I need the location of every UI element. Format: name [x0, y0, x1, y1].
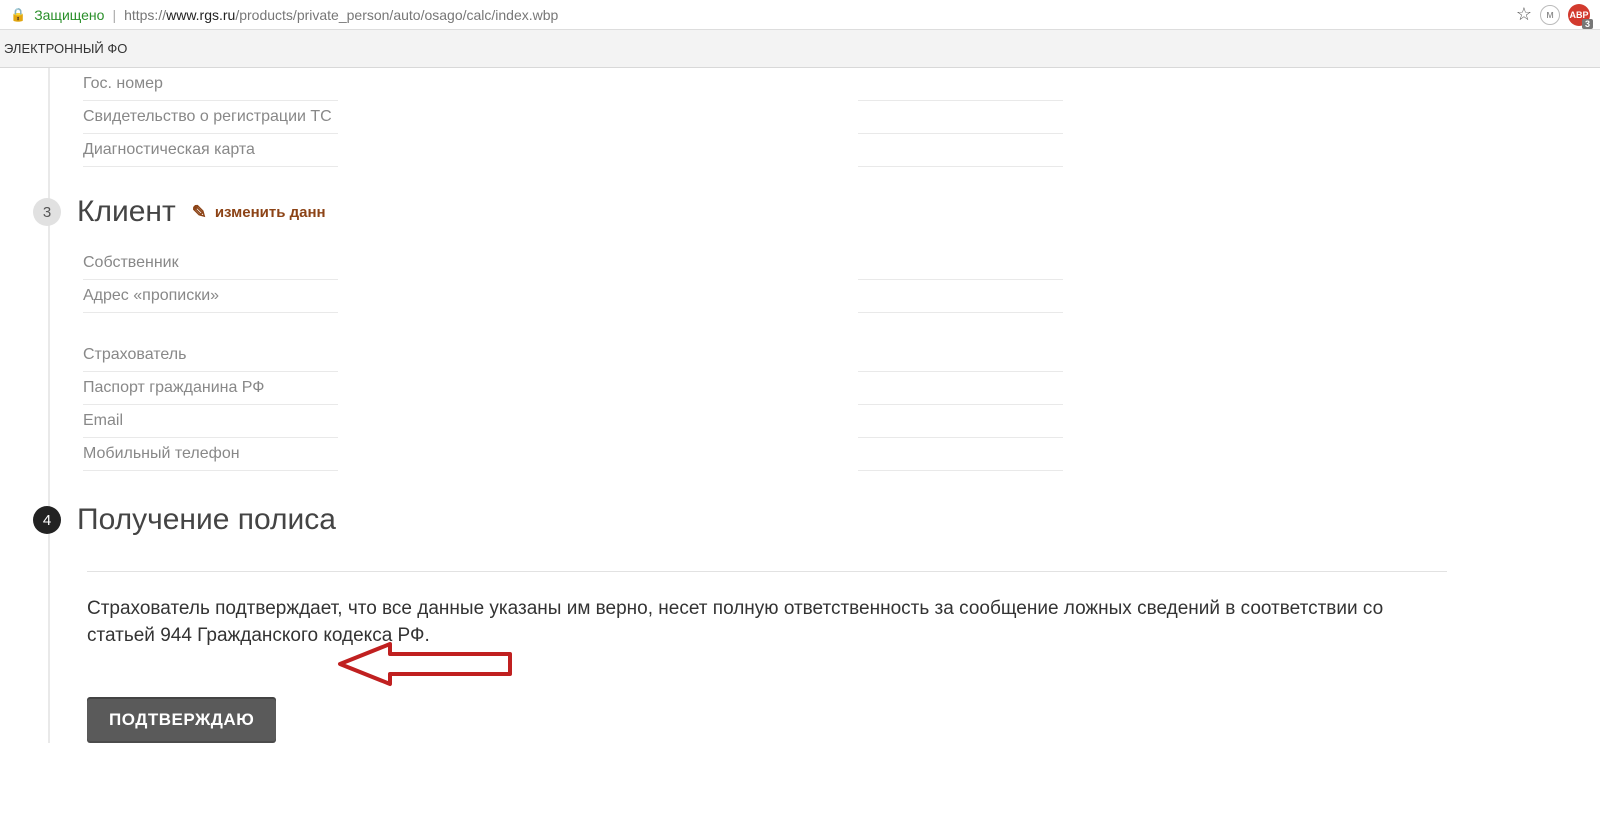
- lock-icon: 🔒: [10, 7, 26, 23]
- disclaimer-text: Страхователь подтверждает, что все данны…: [87, 596, 1387, 649]
- bookmark-item[interactable]: ЭЛЕКТРОННЫЙ ФО: [4, 41, 127, 56]
- white-overlay-block: [338, 68, 858, 523]
- section-4-title: Получение полиса: [77, 503, 336, 537]
- abp-extension-icon[interactable]: ABP3: [1568, 4, 1590, 26]
- confirm-button[interactable]: ПОДТВЕРЖДАЮ: [87, 697, 276, 743]
- bookmarks-bar: ЭЛЕКТРОННЫЙ ФО: [0, 30, 1600, 68]
- policy-area: Страхователь подтверждает, что все данны…: [33, 571, 1540, 743]
- url-host: www.rgs.ru: [166, 7, 235, 23]
- edit-label: изменить данн: [215, 204, 326, 221]
- bookmark-star-icon[interactable]: ☆: [1516, 4, 1532, 25]
- url-display[interactable]: https://www.rgs.ru/products/private_pers…: [124, 7, 558, 23]
- step-badge-4: 4: [33, 506, 61, 534]
- step-badge-3: 3: [33, 198, 61, 226]
- browser-address-bar: 🔒 Защищено | https://www.rgs.ru/products…: [0, 0, 1600, 30]
- pencil-icon: ✎: [192, 202, 207, 223]
- url-prefix: https://: [124, 7, 166, 23]
- extension-m-icon[interactable]: м: [1540, 5, 1560, 25]
- divider-line: [87, 571, 1447, 572]
- address-separator: |: [112, 7, 116, 23]
- section-3-title: Клиент: [77, 195, 176, 229]
- url-path: /products/private_person/auto/osago/calc…: [235, 7, 558, 23]
- edit-client-link[interactable]: ✎ изменить данн: [192, 202, 326, 223]
- page-content: Гос. номер Свидетельство о регистрации Т…: [0, 68, 1600, 743]
- secure-label: Защищено: [34, 7, 104, 23]
- abp-counter: 3: [1582, 19, 1593, 29]
